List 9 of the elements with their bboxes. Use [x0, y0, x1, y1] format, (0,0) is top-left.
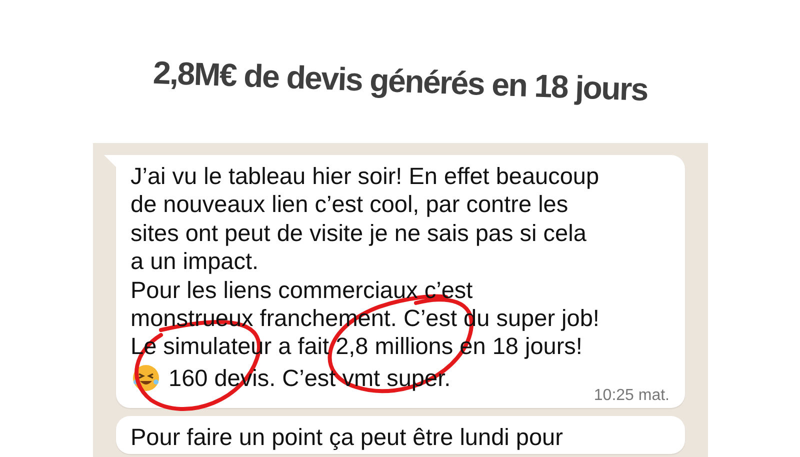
laughing-emoji-icon [130, 362, 160, 393]
message-text: Pour les liens commerciaux c’est [130, 276, 474, 304]
page-title: 2,8M€ de devis générés en 18 jours [152, 54, 648, 109]
message-text: J’ai vu le tableau hier soir! En effet beaucoup [130, 162, 600, 190]
message-text: de nouveaux lien c’est cool, par contre les [130, 190, 570, 219]
message-text: sites ont peut de visite je ne sais pas si cela [130, 218, 588, 248]
message-time: 10:25 mat. [594, 386, 670, 405]
message-text: Pour faire un point ça peut être lundi pour [130, 422, 564, 452]
message-text: a un impact. [130, 247, 260, 276]
